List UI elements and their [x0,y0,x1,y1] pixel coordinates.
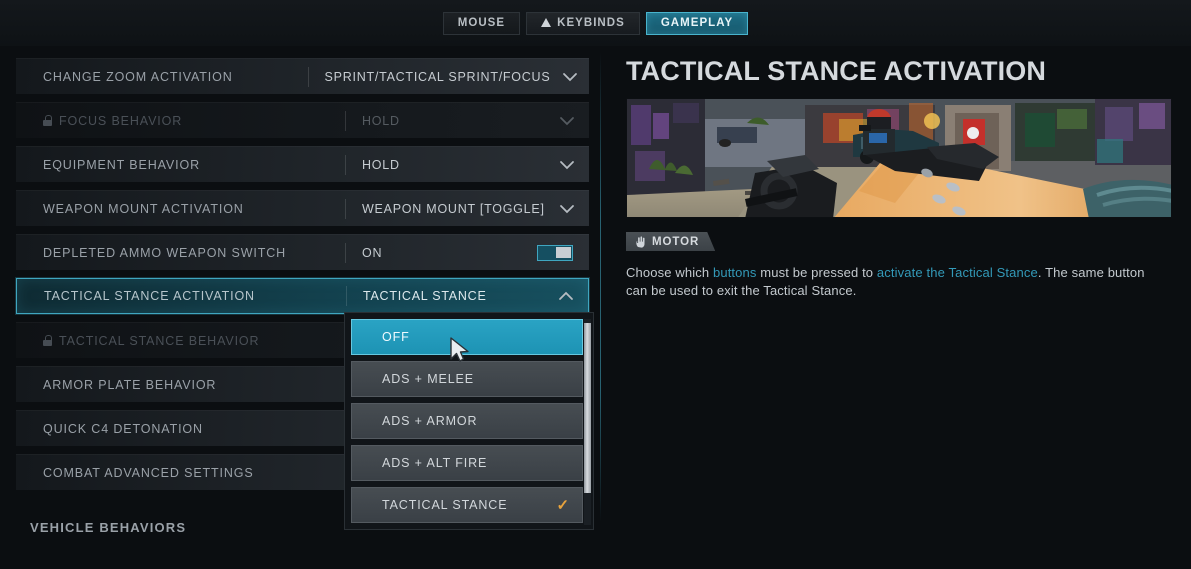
setting-row-label: FOCUS BEHAVIOR [16,114,345,128]
lock-icon [43,115,52,126]
toggle-switch[interactable] [537,244,573,261]
dropdown-option-ads-armor[interactable]: ADS + ARMOR [351,403,583,439]
dropdown-option-off[interactable]: OFF [351,319,583,355]
setting-row-focus-behavior: FOCUS BEHAVIOR HOLD [16,102,589,138]
setting-row-value[interactable]: WEAPON MOUNT [TOGGLE] [346,202,545,216]
dropdown-option-ads-melee[interactable]: ADS + MELEE [351,361,583,397]
page-title: TACTICAL STANCE ACTIVATION [626,56,1046,86]
pane-divider [600,52,601,522]
chevron-down-icon [560,160,574,169]
dropdown-option-label: OFF [382,330,410,344]
setting-row-equipment-behavior[interactable]: EQUIPMENT BEHAVIOR HOLD [16,146,589,182]
dropdown-chevron[interactable] [544,290,588,302]
dropdown-option-label: TACTICAL STANCE [382,498,508,512]
dropdown-option-label: ADS + MELEE [382,372,474,386]
description-text: Choose which [626,264,713,280]
preview-image [626,98,1172,218]
tactical-stance-activation-dropdown[interactable]: OFF ADS + MELEE ADS + ARMOR ADS + ALT FIRE T… [344,312,594,530]
status-badge-label: MOTOR [652,235,700,248]
tab-label: GAMEPLAY [660,17,734,29]
dropdown-option-label: ADS + ARMOR [382,414,478,428]
setting-row-tactical-stance-activation[interactable]: TACTICAL STANCE ACTIVATION TACTICAL STANC… [16,278,589,314]
setting-row-label: WEAPON MOUNT ACTIVATION [43,201,244,216]
chevron-down-icon [560,204,574,213]
setting-row-label: TACTICAL STANCE BEHAVIOR [16,334,345,348]
setting-row-value[interactable]: SPRINT/TACTICAL SPRINT/FOCUS [309,70,551,84]
status-badge: MOTOR [626,232,715,251]
setting-row-value[interactable]: HOLD [346,114,545,128]
setting-row-label: COMBAT ADVANCED SETTINGS [43,465,254,480]
tab-label: KEYBINDS [557,17,625,29]
setting-row-label: EQUIPMENT BEHAVIOR [43,157,200,172]
tab-keybinds[interactable]: KEYBINDS [526,11,640,35]
dropdown-chevron[interactable] [545,159,589,171]
detail-pane: TACTICAL STANCE ACTIVATION MOTOR Choose … [626,46,1176,569]
dropdown-scrollbar-thumb[interactable] [584,323,591,493]
dropdown-chevron[interactable] [545,203,589,215]
setting-row-label: CHANGE ZOOM ACTIVATION [43,69,233,84]
setting-row-value: ON [362,245,383,260]
dropdown-option-tactical-stance[interactable]: TACTICAL STANCE ✓ [351,487,583,523]
setting-row-weapon-mount-activation[interactable]: WEAPON MOUNT ACTIVATION WEAPON MOUNT [TOG… [16,190,589,226]
check-icon: ✓ [556,497,570,514]
setting-row-label: DEPLETED AMMO WEAPON SWITCH [43,245,287,260]
setting-row-change-zoom-activation[interactable]: CHANGE ZOOM ACTIVATION SPRINT/TACTICAL SP… [16,58,589,94]
chevron-up-icon [559,291,573,300]
warning-triangle-icon [541,17,552,27]
toggle-knob [555,247,571,258]
description-highlight: buttons [712,264,757,280]
tab-mouse[interactable]: MOUSE [442,11,521,35]
dropdown-chevron[interactable] [550,71,589,83]
chevron-down-icon [562,72,577,81]
hand-icon [635,236,646,248]
setting-row-label: TACTICAL STANCE ACTIVATION [44,289,255,303]
setting-row-value[interactable]: HOLD [346,158,545,172]
description-highlight: activate the Tactical Stance [876,264,1038,280]
setting-row-label: QUICK C4 DETONATION [43,421,203,436]
dropdown-option-ads-alt-fire[interactable]: ADS + ALT FIRE [351,445,583,481]
setting-row-label: ARMOR PLATE BEHAVIOR [43,377,217,392]
section-header-vehicle-behaviors: VEHICLE BEHAVIORS [30,520,187,535]
dropdown-option-label: ADS + ALT FIRE [382,456,488,470]
tab-label: MOUSE [457,17,506,29]
dropdown-chevron[interactable] [545,115,589,127]
setting-description: Choose which buttons must be pressed to … [626,264,1161,301]
description-text: must be pressed to [756,264,877,280]
settings-tab-bar: MOUSE KEYBINDS GAMEPLAY [0,0,1191,46]
lock-icon [43,335,52,346]
tab-gameplay[interactable]: GAMEPLAY [645,11,749,35]
setting-row-value[interactable]: TACTICAL STANCE [347,289,544,303]
setting-row-depleted-ammo-weapon-switch[interactable]: DEPLETED AMMO WEAPON SWITCH ON [16,234,589,270]
chevron-down-icon [560,116,574,125]
